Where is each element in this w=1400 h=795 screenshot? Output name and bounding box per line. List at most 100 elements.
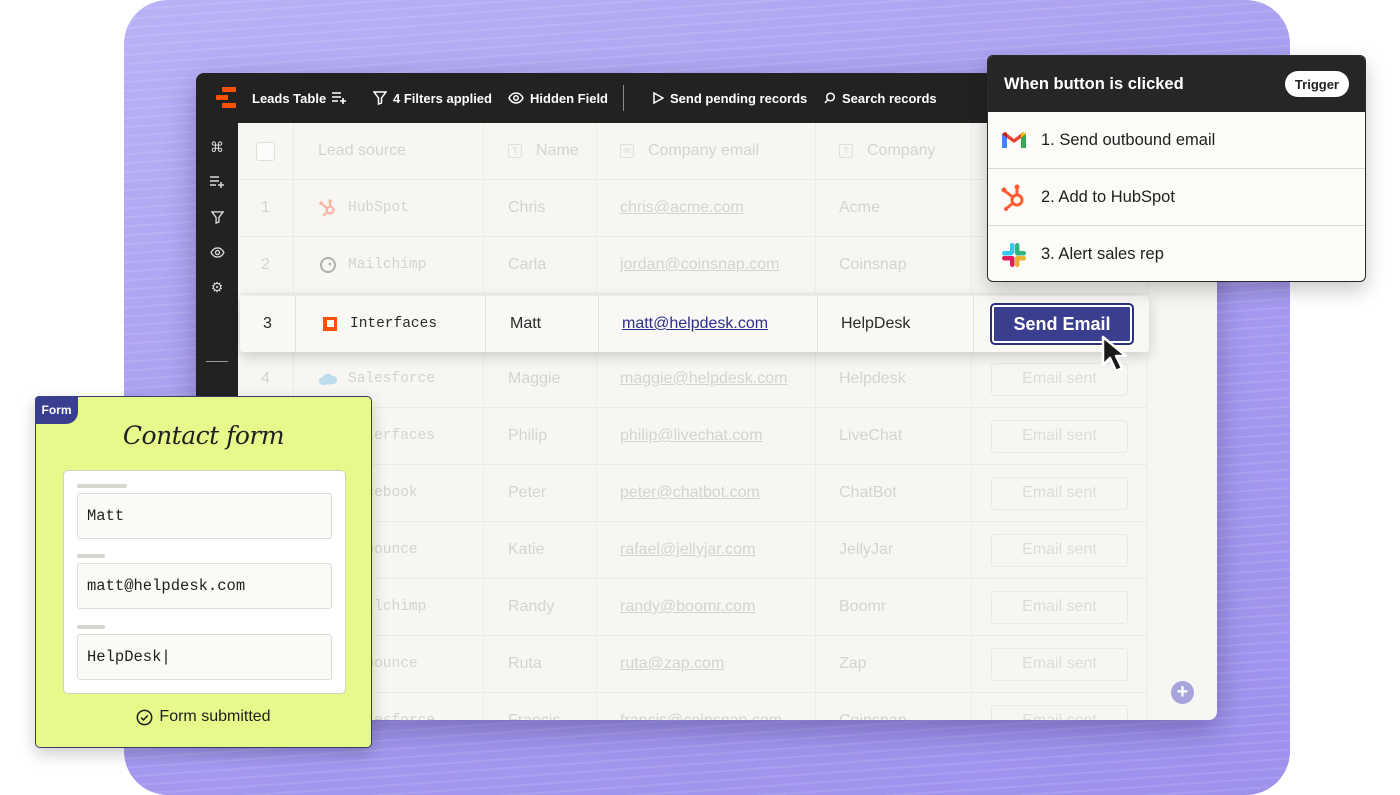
table-row[interactable]: Unbounce Ruta ruta@zap.com Zap Email sent xyxy=(238,636,1148,693)
company-cell[interactable]: LiveChat xyxy=(816,408,972,464)
row-number: 2 xyxy=(238,237,294,293)
interfaces-icon xyxy=(320,314,340,334)
column-header-name[interactable]: T Name xyxy=(484,123,597,179)
email-link[interactable]: randy@boomr.com xyxy=(620,598,755,616)
company-cell[interactable]: Zap xyxy=(816,636,972,692)
table-row[interactable]: Mailchimp Randy randy@boomr.com Boomr Email … xyxy=(238,579,1148,636)
email-cell[interactable]: matt@helpdesk.com xyxy=(599,296,818,352)
mailchimp-icon xyxy=(318,255,338,275)
table-row[interactable]: Interfaces Philip philip@livechat.com LiveC… xyxy=(238,408,1148,465)
lead-source-cell[interactable]: Mailchimp xyxy=(294,237,484,293)
filters-label: 4 Filters applied xyxy=(393,90,492,106)
hidden-field-button[interactable]: Hidden Field xyxy=(508,73,608,123)
column-header-company-email[interactable]: ✉ Company email xyxy=(597,123,816,179)
row-number: 3 xyxy=(240,296,296,352)
filters-button[interactable]: 4 Filters applied xyxy=(373,73,492,123)
email-cell[interactable]: jordan@coinsnap.com xyxy=(597,237,816,293)
email-link[interactable]: peter@chatbot.com xyxy=(620,484,760,502)
company-cell[interactable]: Coinsnap xyxy=(816,237,972,293)
email-sent-status[interactable]: Email sent xyxy=(991,590,1128,624)
lead-source-cell[interactable]: Interfaces xyxy=(296,296,486,352)
filter-icon[interactable] xyxy=(208,208,226,226)
email-cell[interactable]: chris@acme.com xyxy=(597,180,816,236)
email-cell[interactable]: randy@boomr.com xyxy=(597,579,816,635)
name-cell[interactable]: Ruta xyxy=(484,636,597,692)
company-cell[interactable]: ChatBot xyxy=(816,465,972,521)
table-row[interactable]: Facebook Peter peter@chatbot.com ChatBot Ema… xyxy=(238,465,1148,522)
name-cell[interactable]: Katie xyxy=(484,522,597,578)
table-row[interactable]: Unbounce Katie rafael@jellyjar.com JellyJar… xyxy=(238,522,1148,579)
toolbar-divider xyxy=(623,85,624,111)
select-all-cell[interactable] xyxy=(238,123,294,179)
table-row[interactable]: 4 Salesforce Maggie maggie@helpdesk.com Help… xyxy=(238,351,1148,408)
settings-icon[interactable]: ⚙ xyxy=(208,278,226,296)
company-cell[interactable]: JellyJar xyxy=(816,522,972,578)
email-cell[interactable]: francis@coinsnap.com xyxy=(597,693,816,720)
email-sent-status[interactable]: Email sent xyxy=(991,419,1128,453)
lead-source-cell[interactable]: HubSpot xyxy=(294,180,484,236)
add-record-button[interactable]: + xyxy=(1171,681,1194,704)
search-button[interactable]: Search records xyxy=(824,73,937,123)
eye-icon[interactable] xyxy=(208,243,226,261)
table-name[interactable]: Leads Table xyxy=(252,73,347,123)
email-link[interactable]: ruta@zap.com xyxy=(620,655,724,673)
table-row[interactable]: SalesforceFrancisfrancis@coinsnap.comCoi… xyxy=(238,693,1148,720)
select-all-checkbox[interactable] xyxy=(256,141,275,161)
column-header-company[interactable]: T Company xyxy=(816,123,972,179)
email-link[interactable]: maggie@helpdesk.com xyxy=(620,370,787,388)
action-cell: Email sent xyxy=(972,579,1148,635)
name-cell[interactable]: Philip xyxy=(484,408,597,464)
company-cell[interactable]: Helpdesk xyxy=(816,351,972,407)
email-sent-status[interactable]: Email sent xyxy=(991,533,1128,567)
name-cell[interactable]: Matt xyxy=(486,296,599,352)
name-cell[interactable]: Francis xyxy=(484,693,597,720)
name-cell[interactable]: Carla xyxy=(484,237,597,293)
name-cell[interactable]: Randy xyxy=(484,579,597,635)
email-cell[interactable]: ruta@zap.com xyxy=(597,636,816,692)
send-pending-button[interactable]: Send pending records xyxy=(653,73,807,123)
column-header-lead-source[interactable]: Lead source xyxy=(294,123,484,179)
step-label: 1. Send outbound email xyxy=(1041,130,1216,149)
form-fields-panel: Matt matt@helpdesk.com HelpDesk| xyxy=(63,470,346,694)
workflow-step-slack[interactable]: 3. Alert sales rep xyxy=(988,226,1365,281)
lead-source-label: HubSpot xyxy=(348,200,409,216)
email-cell[interactable]: philip@livechat.com xyxy=(597,408,816,464)
add-view-icon[interactable] xyxy=(332,92,347,104)
send-pending-label: Send pending records xyxy=(670,90,808,106)
email-cell[interactable]: maggie@helpdesk.com xyxy=(597,351,816,407)
name-cell[interactable]: Maggie xyxy=(484,351,597,407)
trigger-badge: Trigger xyxy=(1284,71,1349,97)
email-link[interactable]: jordan@coinsnap.com xyxy=(620,256,779,274)
email-cell[interactable]: peter@chatbot.com xyxy=(597,465,816,521)
search-icon xyxy=(824,92,836,104)
active-table-row[interactable]: 3 Interfaces Matt matt@helpdesk.com Help… xyxy=(240,296,1149,352)
form-status: Form submitted xyxy=(36,708,371,726)
text-type-icon: T xyxy=(508,144,522,158)
email-link[interactable]: francis@coinsnap.com xyxy=(620,712,782,720)
company-cell[interactable]: Coinsnap xyxy=(816,693,972,720)
email-field[interactable]: matt@helpdesk.com xyxy=(77,563,332,609)
company-field[interactable]: HelpDesk| xyxy=(77,634,332,680)
name-cell[interactable]: Chris xyxy=(484,180,597,236)
app-logo xyxy=(216,87,240,109)
company-cell[interactable]: Acme xyxy=(816,180,972,236)
email-link[interactable]: rafael@jellyjar.com xyxy=(620,541,755,559)
email-cell[interactable]: rafael@jellyjar.com xyxy=(597,522,816,578)
workflow-step-hubspot[interactable]: 2. Add to HubSpot xyxy=(988,169,1365,226)
workflow-step-gmail[interactable]: 1. Send outbound email xyxy=(988,112,1365,169)
company-cell[interactable]: Boomr xyxy=(816,579,972,635)
email-link[interactable]: philip@livechat.com xyxy=(620,427,763,445)
salesforce-icon xyxy=(318,369,338,389)
email-link[interactable]: matt@helpdesk.com xyxy=(622,315,768,333)
add-view-icon[interactable] xyxy=(208,173,226,191)
email-sent-status[interactable]: Email sent xyxy=(991,647,1128,681)
command-icon[interactable]: ⌘ xyxy=(208,138,226,156)
action-cell: Email sent xyxy=(972,408,1148,464)
email-sent-status[interactable]: Email sent xyxy=(991,476,1128,510)
email-sent-status[interactable]: Email sent xyxy=(991,704,1128,720)
name-cell[interactable]: Peter xyxy=(484,465,597,521)
company-cell[interactable]: HelpDesk xyxy=(818,296,974,352)
name-field[interactable]: Matt xyxy=(77,493,332,539)
email-link[interactable]: chris@acme.com xyxy=(620,199,744,217)
email-type-icon: ✉ xyxy=(620,144,634,158)
